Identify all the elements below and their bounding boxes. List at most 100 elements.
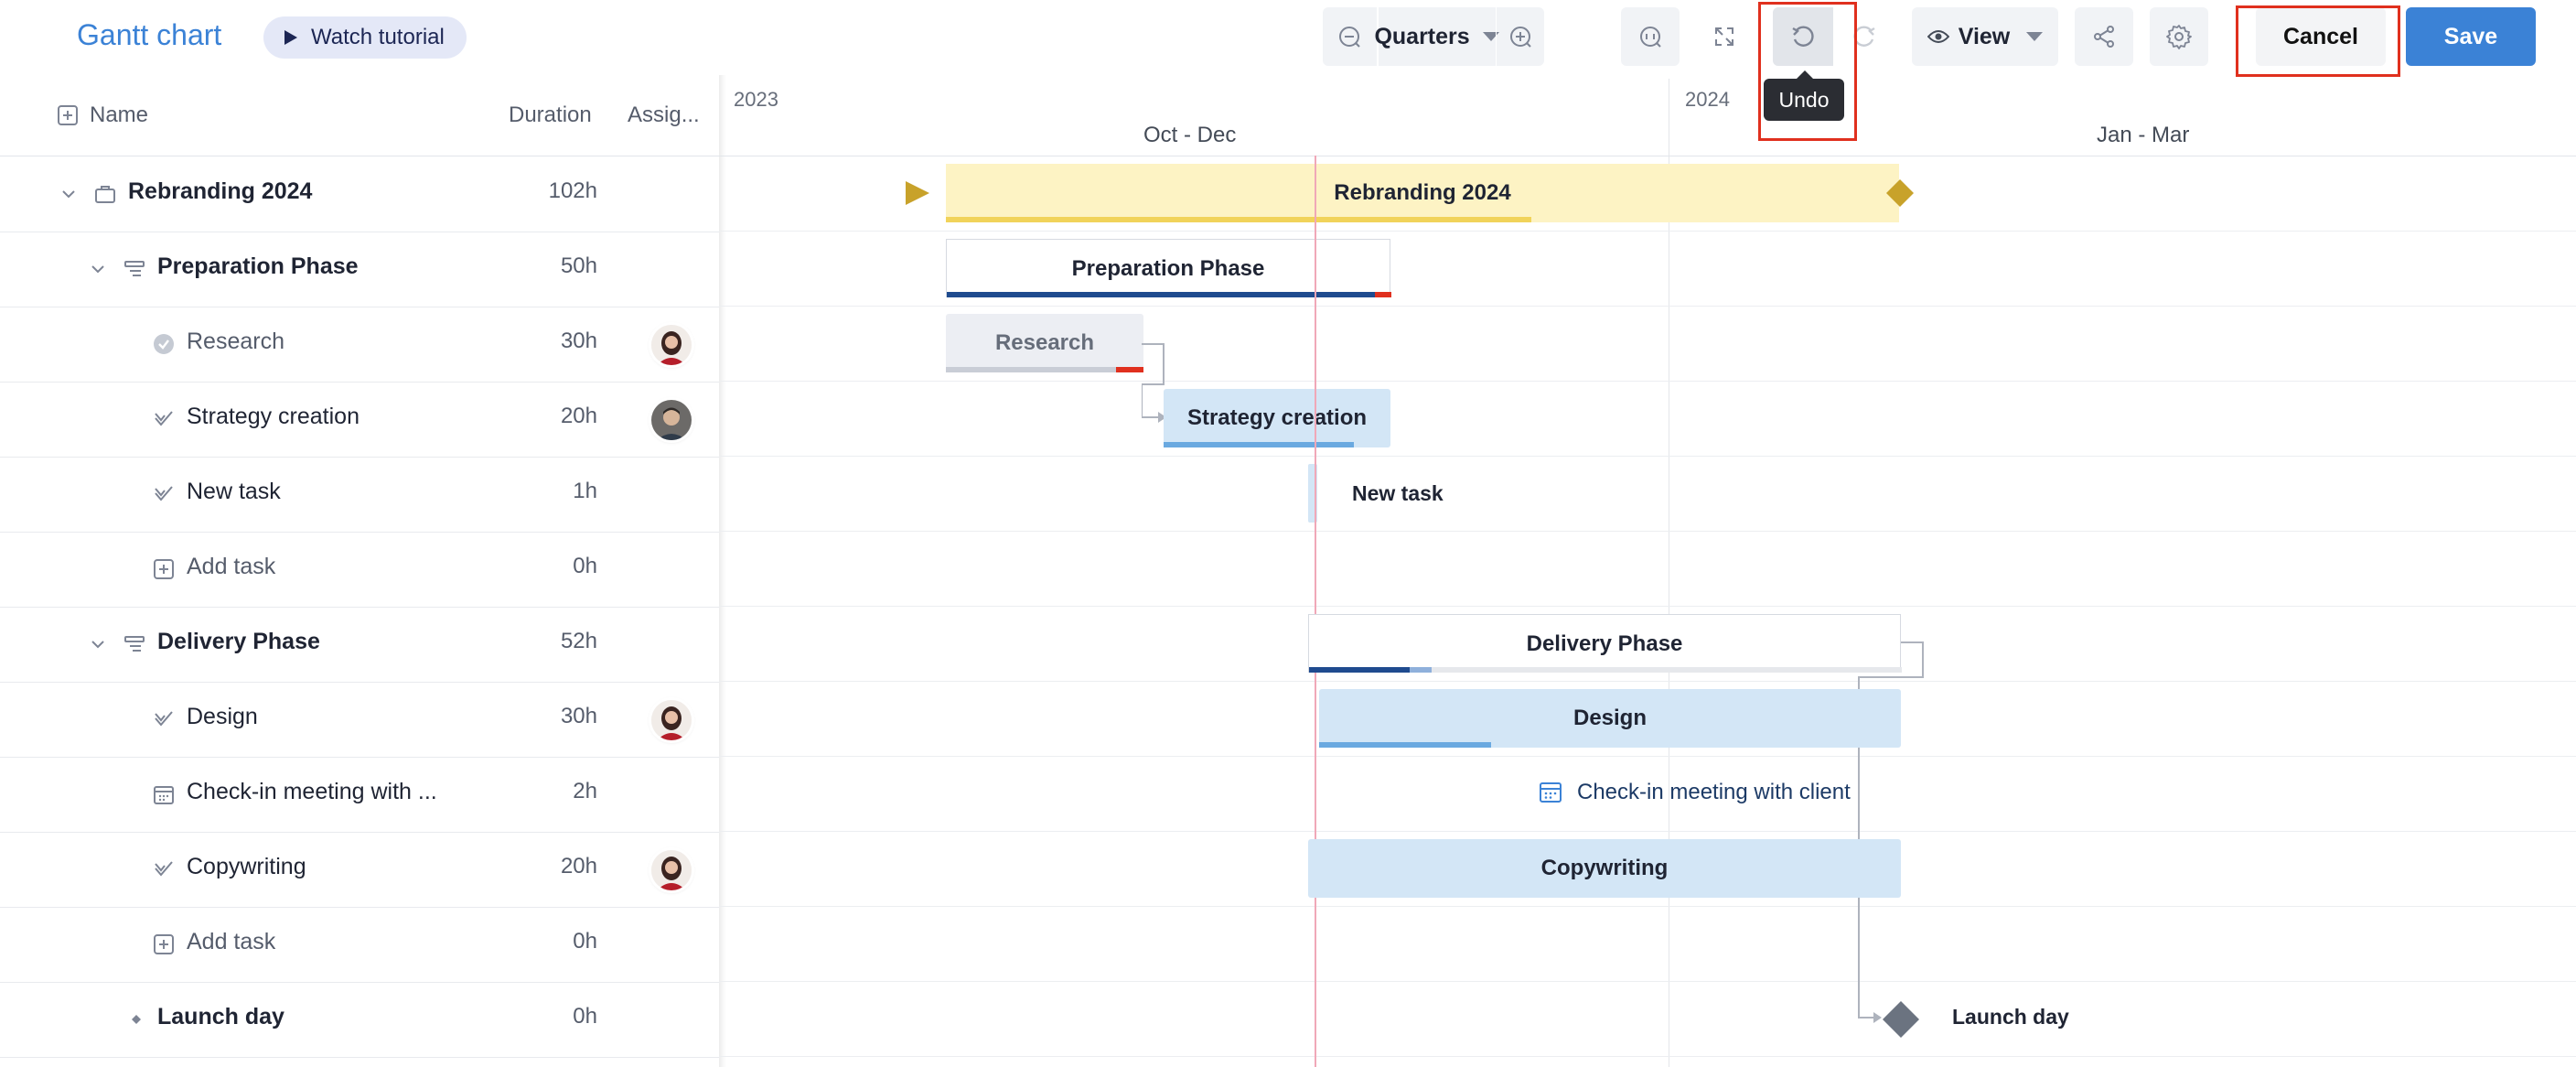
view-dropdown[interactable]: View xyxy=(1912,7,2058,66)
table-row[interactable]: Rebranding 2024 102h xyxy=(0,156,719,232)
avatar[interactable] xyxy=(651,400,692,440)
row-duration: 2h xyxy=(573,779,597,803)
milestone-diamond-icon[interactable] xyxy=(1881,999,1921,1040)
row-duration: 20h xyxy=(560,854,597,878)
bar-label: Preparation Phase xyxy=(1071,255,1265,281)
milestone-icon xyxy=(132,1015,141,1024)
plus-square-icon xyxy=(58,105,78,125)
add-task-row[interactable]: Add task 0h xyxy=(0,532,719,608)
task-check-icon xyxy=(155,486,173,501)
row-duration: 20h xyxy=(560,404,597,428)
project-start-flag-icon[interactable] xyxy=(904,179,931,207)
row-name: Check-in meeting with ... xyxy=(187,779,437,804)
chevron-down-icon[interactable] xyxy=(57,182,80,206)
row-name: Launch day xyxy=(157,1004,284,1029)
calendar-icon[interactable] xyxy=(1539,780,1562,803)
row-duration: 1h xyxy=(573,479,597,503)
zoom-to-fit-button[interactable] xyxy=(1621,7,1680,66)
gantt-bar-strategy-creation[interactable]: Strategy creation xyxy=(1164,389,1390,447)
task-check-icon xyxy=(155,861,173,877)
page-title: Gantt chart xyxy=(77,18,222,51)
year-label: 2023 xyxy=(734,88,778,111)
fullscreen-button[interactable] xyxy=(1696,7,1753,66)
gantt-bar-rebranding[interactable]: Rebranding 2024 xyxy=(946,164,1899,222)
year-label: 2024 xyxy=(1685,88,1730,111)
table-row[interactable]: Design 30h xyxy=(0,682,719,758)
add-task-link[interactable]: Add task xyxy=(187,554,275,580)
row-name: Design xyxy=(187,704,258,729)
phase-icon xyxy=(124,261,145,276)
gantt-bar-delivery-phase[interactable]: Delivery Phase xyxy=(1308,614,1902,673)
table-row[interactable]: Strategy creation 20h xyxy=(0,382,719,458)
column-header-name[interactable]: Name xyxy=(90,102,148,128)
column-header-duration[interactable]: Duration xyxy=(509,102,592,128)
zoom-in-button[interactable] xyxy=(1497,7,1544,66)
eye-icon xyxy=(1927,30,1949,43)
bar-label: New task xyxy=(1352,481,1444,505)
task-check-icon xyxy=(155,411,173,426)
table-row[interactable]: Research 30h xyxy=(0,307,719,383)
phase-icon xyxy=(124,636,145,652)
play-icon xyxy=(284,30,297,45)
row-duration: 0h xyxy=(573,1004,597,1029)
meeting-label[interactable]: Check-in meeting with client xyxy=(1577,780,1851,805)
gantt-bar-copywriting[interactable]: Copywriting xyxy=(1308,839,1901,898)
avatar[interactable] xyxy=(651,850,692,890)
watch-tutorial-button[interactable]: Watch tutorial xyxy=(263,16,467,59)
column-header-assignee[interactable]: Assig... xyxy=(628,102,700,128)
add-column-button[interactable] xyxy=(57,104,79,126)
avatar[interactable] xyxy=(651,700,692,740)
row-name: Copywriting xyxy=(187,854,306,879)
share-icon xyxy=(2094,26,2114,48)
view-button[interactable]: View xyxy=(1912,7,2058,66)
header: Gantt chart Watch tutorial Quarters View… xyxy=(0,0,2576,75)
save-button[interactable]: Save xyxy=(2406,7,2536,66)
chevron-down-icon[interactable] xyxy=(86,257,110,281)
bar-label: Design xyxy=(1572,706,1647,730)
row-name: New task xyxy=(187,479,281,504)
settings-button[interactable] xyxy=(2150,7,2208,66)
share-button[interactable] xyxy=(2075,7,2133,66)
zoom-level-dropdown[interactable]: Quarters xyxy=(1374,7,1499,66)
settings-group xyxy=(2150,7,2208,66)
avatar[interactable] xyxy=(651,325,692,365)
row-name: Preparation Phase xyxy=(157,253,359,279)
gear-icon xyxy=(2166,25,2192,49)
row-name: Research xyxy=(187,329,284,354)
gantt-bar-design[interactable]: Design xyxy=(1319,689,1901,748)
add-task-row[interactable]: Add task 0h xyxy=(0,907,719,983)
row-duration: 0h xyxy=(573,554,597,578)
zoom-fit-icon xyxy=(1640,27,1661,48)
bar-label: Delivery Phase xyxy=(1526,630,1683,656)
chevron-down-icon xyxy=(2026,32,2044,41)
bar-label: Copywriting xyxy=(1540,856,1669,880)
row-duration: 0h xyxy=(573,929,597,954)
zoom-in-icon xyxy=(1510,27,1531,48)
zoom-level-label: Quarters xyxy=(1374,23,1470,49)
add-task-link[interactable]: Add task xyxy=(187,929,275,955)
zoom-out-button[interactable] xyxy=(1323,7,1377,66)
table-row[interactable]: Check-in meeting with ... 2h xyxy=(0,757,719,833)
gantt-bar-research[interactable]: Research xyxy=(946,314,1143,372)
table-row[interactable]: Preparation Phase 50h xyxy=(0,232,719,307)
watch-tutorial-label: Watch tutorial xyxy=(311,25,445,49)
plus-square-icon xyxy=(154,559,174,579)
table-row[interactable]: Copywriting 20h xyxy=(0,832,719,908)
task-check-icon xyxy=(155,711,173,727)
row-duration: 30h xyxy=(560,704,597,728)
undo-tooltip: Undo xyxy=(1764,70,1844,121)
table-row[interactable]: Delivery Phase 52h xyxy=(0,607,719,683)
bar-label: Launch day xyxy=(1952,1005,2069,1029)
table-row[interactable]: Launch day 0h xyxy=(0,982,719,1058)
zoom-to-fit-group xyxy=(1621,7,1680,66)
gantt-bar-preparation-phase[interactable]: Preparation Phase xyxy=(946,239,1391,297)
row-name: Delivery Phase xyxy=(157,629,320,654)
share-group xyxy=(2075,7,2133,66)
expand-icon xyxy=(1715,27,1733,46)
project-end-diamond-icon[interactable] xyxy=(1884,178,1916,209)
row-duration: 52h xyxy=(560,629,597,653)
table-row[interactable]: New task 1h xyxy=(0,457,719,533)
row-duration: 102h xyxy=(548,178,597,203)
bar-label: Strategy creation xyxy=(1186,405,1368,430)
chevron-down-icon[interactable] xyxy=(86,632,110,656)
